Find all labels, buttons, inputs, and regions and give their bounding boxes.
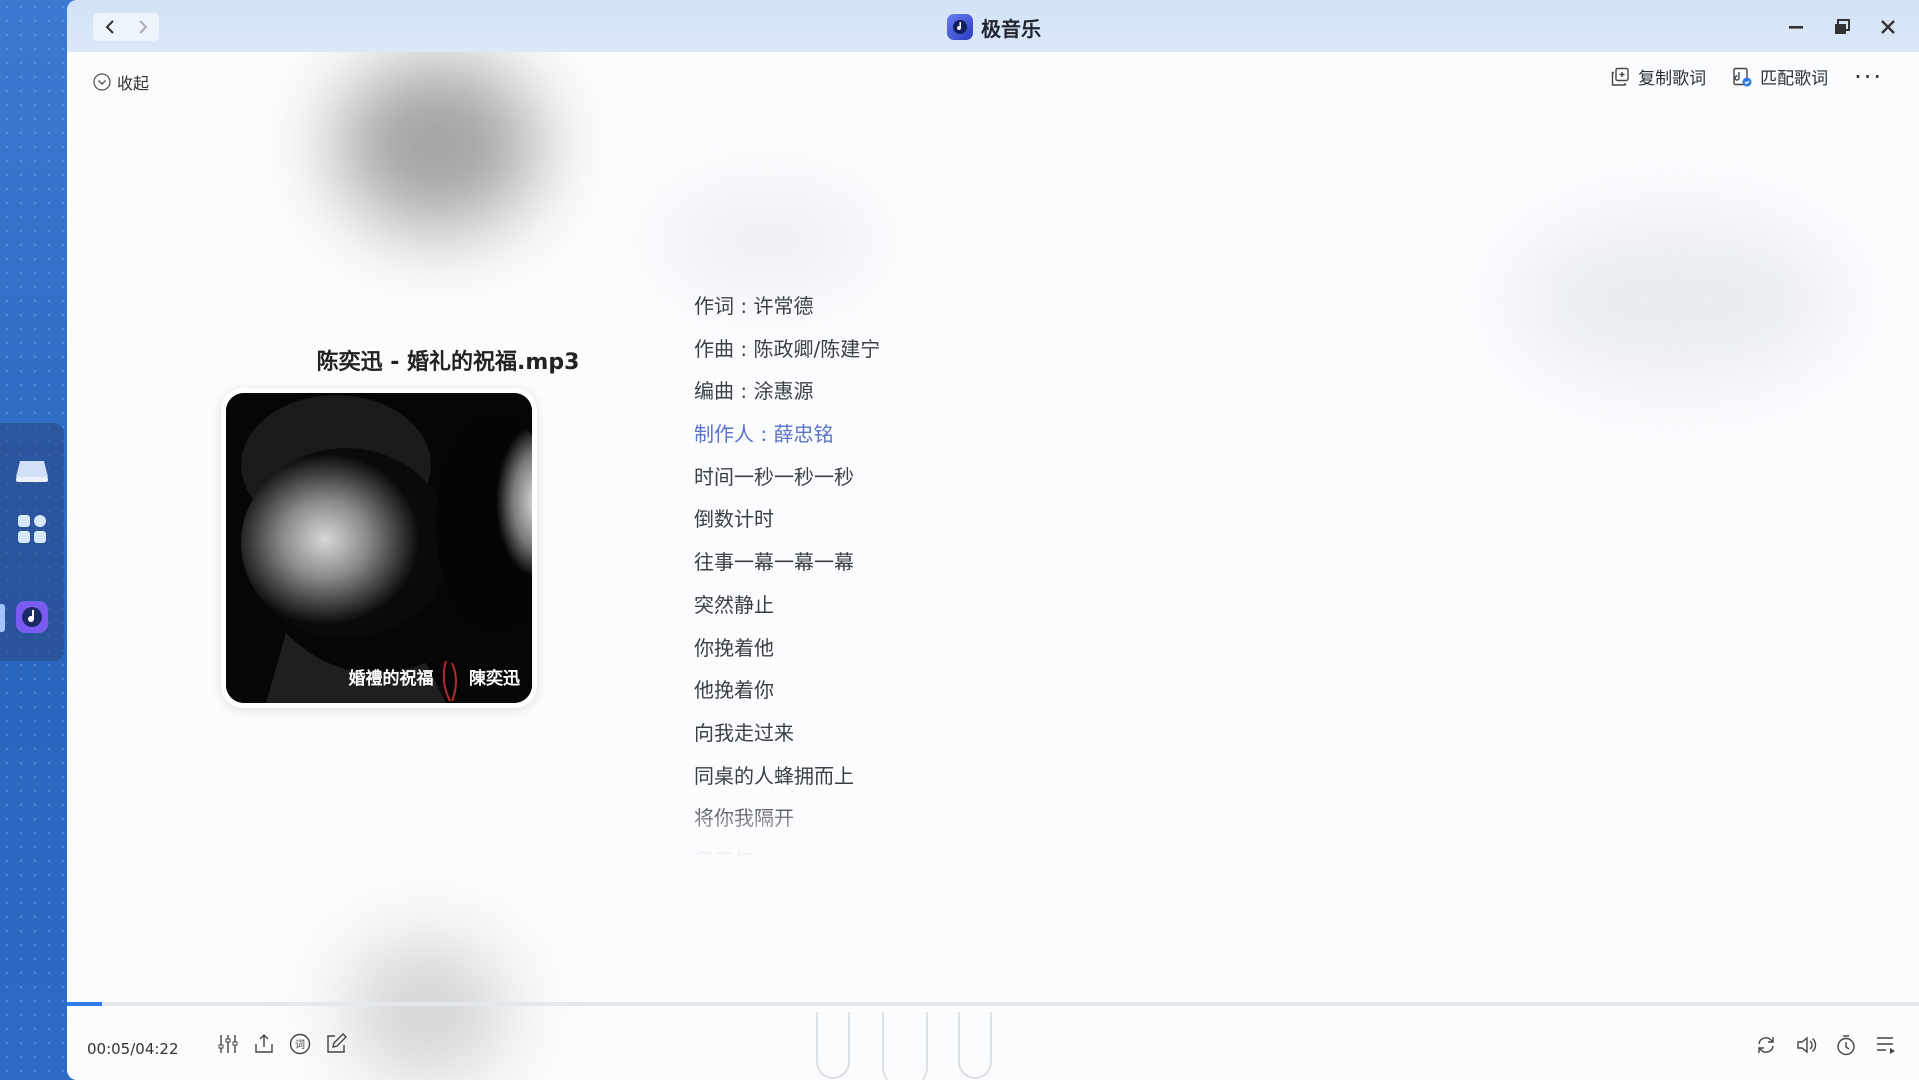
- back-button[interactable]: [93, 13, 126, 41]
- apps-grid-icon[interactable]: [12, 509, 52, 549]
- lyric-line[interactable]: 编曲 : 涂惠源: [694, 370, 1394, 413]
- window-controls: [1783, 14, 1901, 40]
- chevron-down-circle-icon: [93, 73, 111, 91]
- volume-button[interactable]: [1795, 1034, 1817, 1056]
- title-bar: 极音乐: [67, 0, 1919, 52]
- playback-time: 00:05/04:22: [87, 1040, 179, 1058]
- lyric-line[interactable]: 往事一幕一幕一幕: [694, 541, 1394, 584]
- match-lyrics-button[interactable]: 匹配歌词: [1732, 64, 1828, 89]
- desktop-dock: [0, 423, 64, 661]
- lyrics-toggle-button[interactable]: 词: [289, 1033, 311, 1055]
- chevron-right-icon: [138, 20, 147, 34]
- timer-icon: [1837, 1035, 1855, 1056]
- copy-lyrics-button[interactable]: 复制歌词: [1610, 64, 1706, 89]
- lyric-line[interactable]: 将你我隔开: [694, 797, 1394, 840]
- lyrics-panel[interactable]: 作词 : 许常德 作曲 : 陈政卿/陈建宁 编曲 : 涂惠源 制作人 : 薛忠铭 时间一…: [694, 285, 1394, 857]
- playback-controls: [787, 1000, 1187, 1080]
- cover-caption-title: 婚禮的祝福: [348, 669, 434, 689]
- navigation-buttons: [93, 13, 159, 41]
- cover-caption-artist: 陳奕迅: [469, 669, 520, 689]
- lyric-line[interactable]: 我干杯: [694, 840, 1394, 857]
- more-options-button[interactable]: ···: [1854, 65, 1883, 89]
- cover-portrait-icon: [226, 393, 532, 703]
- lyric-line[interactable]: 作曲 : 陈政卿/陈建宁: [694, 328, 1394, 371]
- progress-bar[interactable]: [67, 1002, 1919, 1006]
- background-blur: [337, 60, 537, 230]
- match-lyrics-icon: [1733, 67, 1752, 86]
- playlist-icon: [1877, 1037, 1895, 1054]
- share-button[interactable]: [253, 1033, 275, 1055]
- lyric-line[interactable]: 同桌的人蜂拥而上: [694, 755, 1394, 798]
- lyric-line[interactable]: 作词 : 许常德: [694, 285, 1394, 328]
- playback-controls-outline: [816, 1012, 992, 1080]
- copy-lyrics-label: 复制歌词: [1638, 69, 1707, 89]
- background-blur: [667, 200, 867, 280]
- equalizer-icon: [218, 1035, 238, 1053]
- restore-icon: [1835, 19, 1850, 34]
- progress-fill: [67, 1002, 103, 1006]
- app-title-text: 极音乐: [981, 16, 1041, 41]
- share-icon: [255, 1034, 273, 1053]
- copy-icon: [1611, 67, 1629, 86]
- lyrics-actions: 复制歌词 匹配歌词 ···: [1610, 64, 1883, 89]
- background-blur: [347, 940, 507, 1080]
- app-logo-icon: [947, 14, 973, 40]
- left-toolbar: 词: [217, 1033, 347, 1055]
- active-app-indicator: [0, 604, 5, 632]
- lyric-line[interactable]: 时间一秒一秒一秒: [694, 456, 1394, 499]
- volume-icon: [1797, 1036, 1817, 1054]
- lyric-line[interactable]: 突然静止: [694, 584, 1394, 627]
- music-player-window: 极音乐 收起 复制歌词 匹配歌词 ··· 陈奕迅 - 婚礼的祝福.mp3 婚禮的…: [67, 0, 1919, 1080]
- collapse-button[interactable]: 收起: [93, 70, 149, 94]
- repeat-icon: [1758, 1037, 1774, 1053]
- restore-button[interactable]: [1829, 14, 1855, 40]
- close-icon: [1881, 20, 1895, 34]
- chevron-left-icon: [105, 20, 114, 34]
- svg-text:词: 词: [295, 1039, 305, 1051]
- album-cover-image: 婚禮的祝福 陳奕迅: [226, 393, 532, 703]
- edit-icon: [327, 1033, 347, 1053]
- lyric-line[interactable]: 他挽着你: [694, 669, 1394, 712]
- match-lyrics-label: 匹配歌词: [1760, 69, 1829, 89]
- lyric-line[interactable]: 倒数计时: [694, 498, 1394, 541]
- background-blur: [1517, 220, 1837, 380]
- edit-button[interactable]: [325, 1033, 347, 1055]
- forward-button[interactable]: [126, 13, 159, 41]
- sleep-timer-button[interactable]: [1835, 1034, 1857, 1056]
- minimize-button[interactable]: [1783, 14, 1809, 40]
- repeat-button[interactable]: [1755, 1034, 1777, 1056]
- minimize-icon: [1789, 26, 1803, 29]
- lyric-line-active[interactable]: 制作人 : 薛忠铭: [694, 413, 1394, 456]
- drive-icon[interactable]: [12, 451, 52, 491]
- collapse-label: 收起: [117, 74, 150, 93]
- album-cover[interactable]: 婚禮的祝福 陳奕迅: [221, 388, 537, 708]
- right-toolbar: [1755, 1034, 1897, 1056]
- music-app-icon[interactable]: [12, 597, 52, 637]
- song-title: 陈奕迅 - 婚礼的祝福.mp3: [316, 350, 580, 375]
- lyrics-icon: 词: [289, 1033, 311, 1055]
- lyric-line[interactable]: 向我走过来: [694, 712, 1394, 755]
- cover-caption: 婚禮的祝福 陳奕迅: [226, 664, 532, 689]
- equalizer-button[interactable]: [217, 1033, 239, 1055]
- lyric-line[interactable]: 你挽着他: [694, 627, 1394, 670]
- close-button[interactable]: [1875, 14, 1901, 40]
- playlist-button[interactable]: [1875, 1034, 1897, 1056]
- app-title: 极音乐: [947, 12, 1041, 42]
